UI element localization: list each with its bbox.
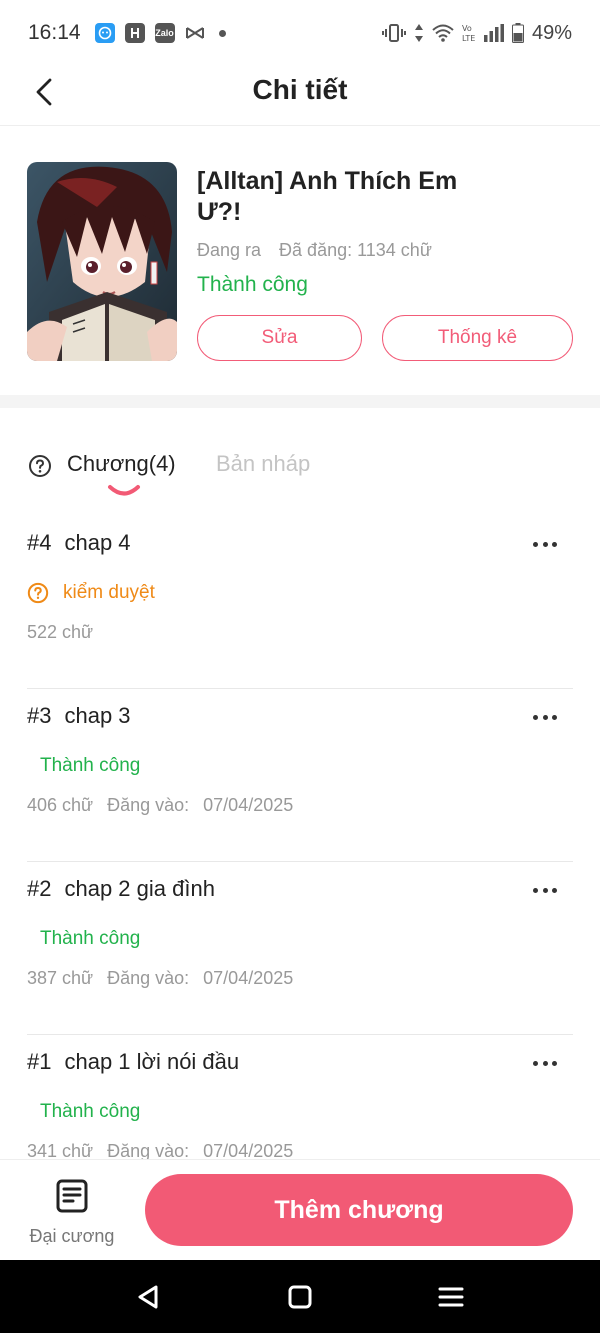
wifi-icon xyxy=(432,24,454,42)
chapter-row[interactable]: #3 chap 3 Thành công 406 chữ Đăng vào: 07/0… xyxy=(27,689,573,862)
chapter-word-count: 406 chữ xyxy=(27,795,94,815)
add-chapter-button[interactable]: Thêm chương xyxy=(145,1174,573,1246)
dot xyxy=(552,887,557,893)
chapter-row[interactable]: #4 chap 4 kiểm duyệt 522 chữ xyxy=(27,516,573,689)
more-options-button[interactable] xyxy=(533,882,557,898)
chapter-meta: 522 chữ xyxy=(27,622,93,643)
chapter-name: chap 2 gia đình xyxy=(64,876,215,901)
tab-chapters[interactable]: Chương(4) xyxy=(67,451,176,477)
volte-icon: VoLTE xyxy=(462,24,475,43)
data-arrows-icon xyxy=(414,24,423,42)
chapter-status: kiểm duyệt xyxy=(27,582,155,604)
dot xyxy=(552,1060,557,1066)
system-nav-bar xyxy=(0,1260,600,1333)
dot xyxy=(533,714,538,720)
story-publish-status: Thành công xyxy=(197,273,308,296)
status-bar: 16:14 Zalo Vo LTE 49% xyxy=(0,0,600,66)
app-header: Chi tiết xyxy=(0,60,600,126)
dot xyxy=(552,714,557,720)
more-options-button[interactable] xyxy=(533,536,557,552)
battery-icon xyxy=(511,23,524,43)
notification-dot-icon xyxy=(218,29,226,37)
page-title: Chi tiết xyxy=(252,74,348,105)
cover-illustration xyxy=(27,162,177,361)
chapter-name: chap 3 xyxy=(64,703,131,728)
outline-button[interactable]: Đại cương xyxy=(22,1178,122,1247)
zalo-icon: Zalo xyxy=(154,23,175,43)
dot xyxy=(533,541,538,547)
dot xyxy=(542,714,548,720)
dot xyxy=(542,887,548,893)
tab-drafts[interactable]: Bản nháp xyxy=(216,451,310,477)
chapter-name: chap 4 xyxy=(64,530,131,555)
svg-text:Vo: Vo xyxy=(462,24,472,33)
chapter-date: 07/04/2025 xyxy=(203,795,294,815)
chapter-status: Thành công xyxy=(40,755,141,776)
nav-recents-icon[interactable] xyxy=(436,1282,466,1312)
chapter-posted-label: Đăng vào: xyxy=(107,1141,190,1161)
chapter-number: #1 xyxy=(27,1049,52,1074)
tab-active-indicator xyxy=(108,485,140,496)
pending-question-icon xyxy=(27,582,49,604)
dot xyxy=(533,1060,538,1066)
status-right: Vo LTE 49% xyxy=(381,21,572,45)
signal-icon xyxy=(483,24,504,42)
chapter-title: #2 chap 2 gia đình xyxy=(27,876,215,902)
story-word-count: Đã đăng: 1134 chữ xyxy=(279,240,432,260)
svg-text:LTE: LTE xyxy=(462,34,475,43)
chapter-title: #1 chap 1 lời nói đầu xyxy=(27,1049,239,1075)
chapter-number: #4 xyxy=(27,530,52,555)
chapter-name: chap 1 lời nói đầu xyxy=(64,1049,240,1074)
status-time: 16:14 xyxy=(28,21,81,44)
nav-back-icon[interactable] xyxy=(134,1282,164,1312)
chapter-date: 07/04/2025 xyxy=(203,968,294,988)
chapter-posted-label: Đăng vào: xyxy=(107,968,190,988)
vibrate-icon xyxy=(381,24,406,42)
chapter-row[interactable]: #2 chap 2 gia đình Thành công 387 chữ Đăng… xyxy=(27,862,573,1035)
more-options-button[interactable] xyxy=(533,709,557,725)
h-app-icon xyxy=(124,23,145,43)
story-title: [Alltan] Anh Thích Em Ư?! xyxy=(197,167,458,226)
capcut-icon xyxy=(185,23,205,43)
help-icon[interactable] xyxy=(28,454,52,478)
edit-button[interactable]: Sửa xyxy=(197,315,362,361)
outline-label: Đại cương xyxy=(29,1226,115,1246)
outline-document-icon xyxy=(56,1179,88,1213)
story-ongoing-status: Đang ra xyxy=(197,240,262,260)
chapter-status: Thành công xyxy=(40,1101,141,1122)
chapter-list: #4 chap 4 kiểm duyệt 522 chữ #3 chap 3 Thà… xyxy=(0,516,600,1208)
status-app-icons: Zalo xyxy=(94,23,226,43)
battery-percent: 49% xyxy=(531,21,572,44)
chapter-word-count: 522 chữ xyxy=(27,622,94,642)
more-options-button[interactable] xyxy=(533,1055,557,1071)
chapter-date: 07/04/2025 xyxy=(203,1141,294,1161)
dot xyxy=(533,887,538,893)
dot xyxy=(552,541,557,547)
messenger-icon xyxy=(94,23,115,43)
chapter-title: #4 chap 4 xyxy=(27,530,131,556)
chapter-meta: 406 chữ Đăng vào: 07/04/2025 xyxy=(27,795,293,816)
chapter-word-count: 387 chữ xyxy=(27,968,94,988)
dot xyxy=(542,541,548,547)
dot xyxy=(542,1060,548,1066)
chapter-word-count: 341 chữ xyxy=(27,1141,94,1161)
chapter-number: #2 xyxy=(27,876,52,901)
stats-button[interactable]: Thống kê xyxy=(382,315,573,361)
chapter-title: #3 chap 3 xyxy=(27,703,131,729)
bottom-action-bar: Đại cương Thêm chương xyxy=(0,1159,600,1260)
chapter-status-text: kiểm duyệt xyxy=(63,582,155,603)
chapter-posted-label: Đăng vào: xyxy=(107,795,190,815)
story-meta: Đang ra Đã đăng: 1134 chữ xyxy=(197,240,432,261)
story-cover-image[interactable] xyxy=(27,162,177,361)
nav-home-icon[interactable] xyxy=(285,1282,315,1312)
chapter-number: #3 xyxy=(27,703,52,728)
chapter-meta: 387 chữ Đăng vào: 07/04/2025 xyxy=(27,968,293,989)
section-divider xyxy=(0,395,600,408)
chapter-status: Thành công xyxy=(40,928,141,949)
